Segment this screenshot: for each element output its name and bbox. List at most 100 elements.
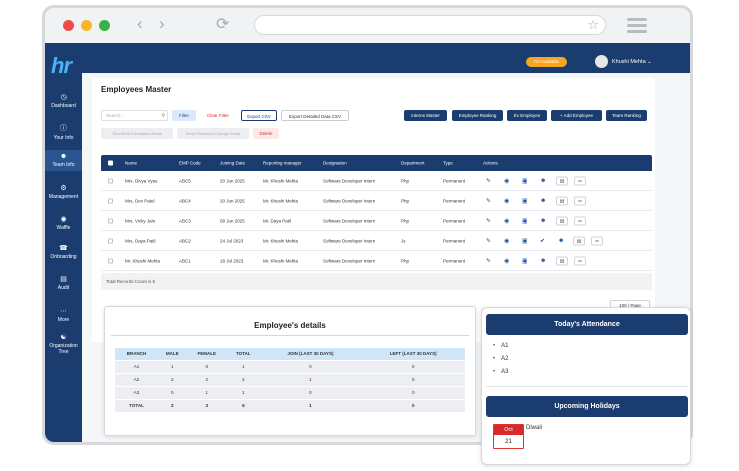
check-circle-icon[interactable]: ✔ — [540, 237, 545, 244]
column-header: LEFT (LAST 30 DAYS) — [361, 348, 465, 360]
chevron-down-icon: ⌄ — [647, 59, 652, 65]
emp-code: ABC3 — [179, 218, 191, 223]
view-icon[interactable]: ◉ — [504, 217, 509, 224]
forward-arrow-icon[interactable]: › — [159, 14, 165, 34]
joining-date: 20 Jun 2025 — [220, 178, 245, 183]
link-icon[interactable]: ∞ — [574, 256, 586, 265]
total-cell: 4 — [227, 372, 260, 386]
availability-badge[interactable]: I'm Available — [526, 57, 568, 67]
team-ranking-button[interactable]: Team Ranking — [606, 110, 647, 121]
send-formalities-email-button[interactable]: Send/Edit Formalities Email — [101, 128, 173, 139]
table-row: A1 1 0 1 0 0 — [115, 359, 465, 373]
link-icon[interactable]: ∞ — [574, 176, 586, 185]
edit-icon[interactable]: ✎ — [486, 177, 491, 184]
document-icon[interactable]: ▤ — [556, 256, 568, 265]
person-icon[interactable]: ☻ — [540, 198, 546, 204]
back-arrow-icon[interactable]: ‹ — [137, 14, 143, 34]
edit-icon[interactable]: ✎ — [486, 237, 491, 244]
table-row: Mr. Khushi Mehta ABC1 18 Jul 2023 Mr. Kh… — [101, 251, 652, 271]
row-checkbox[interactable] — [108, 218, 113, 223]
employee-name: Mrs. Daya Patil — [125, 238, 156, 243]
add-employee-button[interactable]: + Add Employee — [551, 110, 602, 121]
view-icon[interactable]: ◉ — [504, 177, 509, 184]
document-icon[interactable]: ▤ — [556, 216, 568, 225]
employee-ranking-button[interactable]: Employee Ranking — [452, 110, 503, 121]
branch-cell: A1 — [115, 359, 159, 373]
export-csv-button[interactable]: Export CSV — [241, 110, 277, 121]
filter-button[interactable]: Filter — [172, 110, 196, 121]
reload-icon[interactable]: ⟳ — [216, 14, 229, 34]
emp-code: ABC1 — [179, 258, 191, 263]
sidebar-item-waffle[interactable]: ◉ Waffle — [45, 215, 82, 231]
clear-filter-button[interactable]: Clear Filter — [200, 110, 236, 121]
export-detailed-csv-button[interactable]: Export Detailed Data CSV — [281, 110, 349, 121]
list-item: A2 — [493, 356, 508, 362]
row-checkbox[interactable] — [108, 178, 113, 183]
left-cell: 0 — [361, 385, 465, 399]
maximize-window-dot[interactable] — [99, 20, 110, 31]
person-icon[interactable]: ☻ — [540, 258, 546, 264]
link-icon[interactable]: ∞ — [591, 236, 603, 245]
column-header: TOTAL — [227, 348, 260, 360]
browser-menu-icon[interactable] — [627, 18, 647, 36]
sidebar-item-dashboard[interactable]: ◷ Dashboard — [45, 93, 82, 109]
delete-button[interactable]: Delete — [253, 128, 279, 139]
department: Php — [401, 258, 410, 263]
table-row: A2 2 2 4 1 0 — [115, 372, 465, 386]
interns-master-button[interactable]: Interns Master — [404, 110, 447, 121]
sidebar-item-team-info[interactable]: ☻ Team Info — [45, 150, 82, 171]
edit-icon[interactable]: ✎ — [486, 257, 491, 264]
column-header: Department — [401, 160, 425, 166]
search-input[interactable]: Search... ⚲ — [101, 110, 168, 121]
document-icon[interactable]: ▤ — [556, 196, 568, 205]
link-icon[interactable]: ∞ — [574, 196, 586, 205]
waffle-icon: ◉ — [60, 216, 67, 223]
column-header: Type — [443, 160, 453, 166]
onboarding-icon: ☎ — [59, 245, 68, 252]
sidebar-item-your-info[interactable]: ⓘ Your Info — [45, 123, 82, 141]
male-cell: 3 — [158, 398, 187, 412]
sidebar-item-audit[interactable]: ▤ Audit — [45, 275, 82, 291]
table-row: Mrs. Vicky Jain ABC3 09 Jun 2025 Mr. Day… — [101, 211, 652, 231]
ex-employee-button[interactable]: Ex Employee — [507, 110, 547, 121]
top-bar: I'm Available Khushi Mehta ⌄ — [82, 43, 690, 73]
user-name[interactable]: Khushi Mehta ⌄ — [612, 59, 652, 65]
close-window-dot[interactable] — [63, 20, 74, 31]
edit-icon[interactable]: ✎ — [486, 217, 491, 224]
address-bar[interactable]: ☆ — [254, 15, 606, 35]
sidebar-item-management[interactable]: ⚙ Management — [45, 184, 82, 200]
document-icon[interactable]: ▤ — [573, 236, 585, 245]
row-checkbox[interactable] — [108, 238, 113, 243]
sidebar-item-more[interactable]: ⋯ More — [45, 307, 82, 323]
minimize-window-dot[interactable] — [81, 20, 92, 31]
search-icon[interactable]: ⚲ — [161, 111, 165, 121]
send-password-change-button[interactable]: Send Password Change Email — [177, 128, 249, 139]
person-icon[interactable]: ☻ — [558, 238, 564, 244]
female-cell: 2 — [186, 372, 228, 386]
row-checkbox[interactable] — [108, 198, 113, 203]
view-icon[interactable]: ◉ — [504, 197, 509, 204]
table-row: Mrs. Daya Patil ABC2 24 Jul 2023 Mr. Khu… — [101, 231, 652, 251]
bookmark-star-icon[interactable]: ☆ — [587, 17, 599, 33]
view-icon[interactable]: ◉ — [504, 257, 509, 264]
id-card-icon[interactable]: ▣ — [522, 237, 528, 244]
select-all-checkbox[interactable] — [108, 160, 113, 166]
id-card-icon[interactable]: ▣ — [522, 257, 528, 264]
link-icon[interactable]: ∞ — [574, 216, 586, 225]
avatar[interactable] — [595, 55, 608, 68]
column-header: Reporting manager — [263, 160, 302, 166]
department: Js — [401, 238, 406, 243]
edit-icon[interactable]: ✎ — [486, 197, 491, 204]
view-icon[interactable]: ◉ — [504, 237, 509, 244]
id-card-icon[interactable]: ▣ — [522, 197, 528, 204]
person-icon[interactable]: ☻ — [540, 218, 546, 224]
document-icon[interactable]: ▤ — [556, 176, 568, 185]
id-card-icon[interactable]: ▣ — [522, 177, 528, 184]
row-checkbox[interactable] — [108, 258, 113, 263]
person-icon[interactable]: ☻ — [540, 178, 546, 184]
total-cell: 1 — [227, 385, 260, 399]
table-row: A3 0 1 1 0 0 — [115, 385, 465, 399]
sidebar-item-onboarding[interactable]: ☎ Onboarding — [45, 244, 82, 260]
id-card-icon[interactable]: ▣ — [522, 217, 528, 224]
sidebar-item-organization-tree[interactable]: ☯ Organization Tree — [45, 334, 82, 355]
